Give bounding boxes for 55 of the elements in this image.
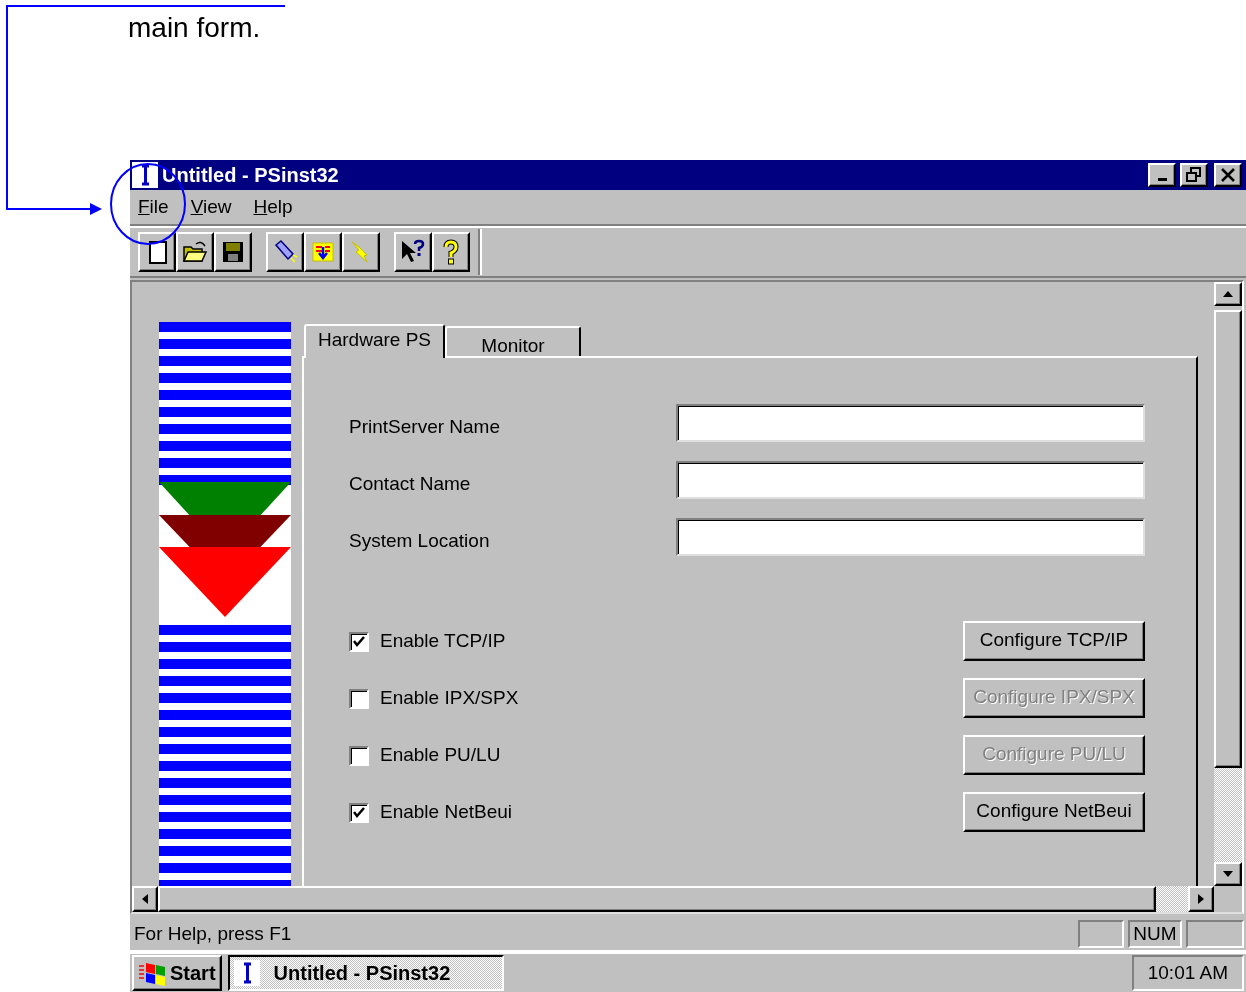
checkbox-label: Enable IPX/SPX [380,686,519,711]
checkbox[interactable] [349,802,369,823]
vertical-scrollbar[interactable] [1214,282,1242,886]
down-arrow-icon [1222,870,1234,878]
toolbar-button[interactable] [394,232,432,272]
configure-button[interactable]: Configure TCP/IP [963,620,1145,661]
annotation-text: main form. [128,11,261,45]
minimize-button[interactable] [1148,163,1176,187]
toolbar-button[interactable] [342,232,380,272]
configure-button[interactable]: Configure NetBeui [963,791,1145,832]
menu-item[interactable]: View [190,192,232,222]
left-arrow-icon [141,893,149,905]
tab[interactable]: Monitor [445,326,581,356]
check-icon [352,805,366,820]
menu-item[interactable]: Help [253,192,293,222]
checkbox-label: Enable TCP/IP [380,629,506,654]
status-panel [1078,920,1124,948]
close-button[interactable] [1214,163,1242,187]
up-arrow-icon [1222,290,1234,298]
clock: 10:01 AM [1131,955,1244,991]
menu-item[interactable]: File [138,192,169,222]
text-field[interactable] [676,460,1145,499]
toolbar-button[interactable] [214,232,252,272]
checkbox[interactable] [349,688,369,709]
toolbar-button[interactable] [138,232,176,272]
scroll-thumb[interactable] [1214,310,1242,768]
windows-logo-icon [138,960,168,986]
toolbar-button[interactable] [266,232,304,272]
status-panel [1186,920,1244,948]
checkbox[interactable] [349,631,369,652]
window-title: Untitled - PSinst32 [162,163,340,188]
minimize-icon [1157,177,1167,181]
status-text: For Help, press F1 [134,921,293,946]
checkbox-label: Enable PU/LU [380,743,501,768]
close-icon [1220,168,1236,182]
check-icon [352,634,366,649]
app-icon [132,162,158,188]
text-field[interactable] [676,517,1145,556]
field-label: PrintServer Name [349,415,500,440]
checkbox-label: Enable NetBeui [380,800,513,825]
text-field[interactable] [676,403,1145,442]
right-arrow-icon [1197,893,1205,905]
tab[interactable]: Hardware PS [304,324,445,358]
field-label: Contact Name [349,472,471,497]
toolbar-button[interactable] [432,232,470,272]
toolbar-button[interactable] [304,232,342,272]
restore-icon [1186,167,1202,183]
status-indicator: NUM [1128,920,1182,948]
restore-button[interactable] [1180,163,1208,187]
app-icon [233,960,260,986]
toolbar-button[interactable] [176,232,214,272]
taskbar-button[interactable]: Untitled - PSinst32 [227,955,504,991]
checkbox[interactable] [349,745,369,766]
field-label: System Location [349,529,490,554]
start-button[interactable]: Start [132,955,222,991]
